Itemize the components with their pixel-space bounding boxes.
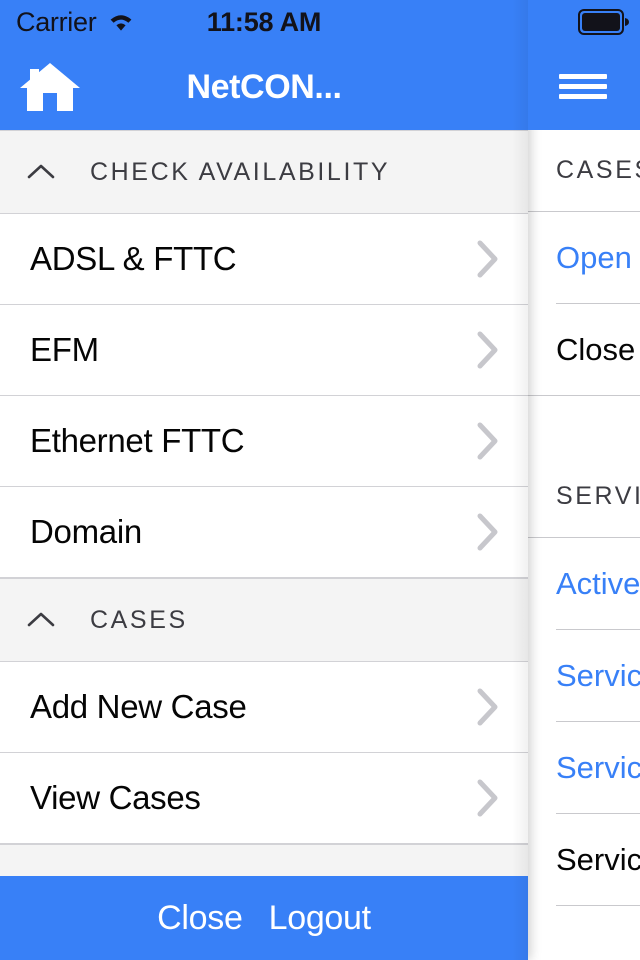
chevron-right-icon <box>477 331 498 369</box>
main-list-item-service-3[interactable]: Servic <box>528 814 640 905</box>
menu-button[interactable] <box>528 44 640 130</box>
bottom-toolbar: Close Logout <box>0 876 528 960</box>
main-section-header-services: SERVIC <box>528 456 640 538</box>
menu-item-efm[interactable]: EFM <box>0 305 528 396</box>
menu-item-label: Ethernet FTTC <box>30 422 245 459</box>
main-list-item-label: Servic <box>556 841 640 877</box>
section-header-cases[interactable]: CASES <box>0 578 528 662</box>
section-header-services[interactable]: SERVICES <box>0 844 528 876</box>
navigation-bar: NetCON... <box>0 44 528 130</box>
main-list-item-service-2[interactable]: Servic <box>528 722 640 813</box>
menu-item-label: View Cases <box>30 779 201 816</box>
menu-item-label: ADSL & FTTC <box>30 240 237 277</box>
menu-item-ethernet-fttc[interactable]: Ethernet FTTC <box>0 396 528 487</box>
main-list-item-service-1[interactable]: Servic <box>528 630 640 721</box>
section-title: CHECK AVAILABILITY <box>90 157 391 186</box>
main-list-item-closed[interactable]: Close <box>528 304 640 395</box>
menu-item-adsl-fttc[interactable]: ADSL & FTTC <box>0 214 528 305</box>
close-button[interactable]: Close <box>157 899 243 938</box>
main-list-item-label: Active <box>556 565 640 601</box>
app-screen: CASES Open Close SERVIC Active Servic Se… <box>0 0 640 960</box>
hamburger-menu-icon <box>559 74 607 99</box>
menu-item-domain[interactable]: Domain <box>0 487 528 578</box>
chevron-right-icon <box>477 422 498 460</box>
logout-button[interactable]: Logout <box>269 899 372 938</box>
status-bar: Carrier 11:58 AM <box>0 0 528 44</box>
side-menu-panel: Carrier 11:58 AM NetCON... CHECK AVAILAB… <box>0 0 528 960</box>
menu-item-add-new-case[interactable]: Add New Case <box>0 662 528 753</box>
main-section-title: SERVIC <box>556 482 640 510</box>
chevron-right-icon <box>477 779 498 817</box>
section-header-check-availability[interactable]: CHECK AVAILABILITY <box>0 130 528 214</box>
section-title: CASES <box>90 605 188 634</box>
chevron-up-icon <box>27 164 55 179</box>
main-list-item-active[interactable]: Active <box>528 538 640 629</box>
main-section-title: CASES <box>556 156 640 184</box>
main-section-header-cases: CASES <box>528 130 640 212</box>
battery-full-icon <box>578 9 629 35</box>
section-spacer <box>528 396 640 456</box>
clock-label: 11:58 AM <box>206 6 322 37</box>
menu-item-label: Add New Case <box>30 688 247 725</box>
chevron-right-icon <box>477 240 498 278</box>
menu-item-label: EFM <box>30 331 99 368</box>
page-title: NetCON... <box>186 67 342 106</box>
main-list-item-label: Close <box>556 331 636 367</box>
chevron-right-icon <box>477 513 498 551</box>
main-content-panel: CASES Open Close SERVIC Active Servic Se… <box>528 0 640 960</box>
main-list-item-label: Open <box>556 239 632 275</box>
chevron-up-icon <box>27 612 55 627</box>
divider <box>556 905 640 906</box>
main-list-item-label: Servic <box>556 749 640 785</box>
status-bar-right <box>528 0 640 44</box>
side-menu-list: CHECK AVAILABILITY ADSL & FTTC EFM Ether… <box>0 130 528 876</box>
main-list-item-label: Servic <box>556 657 640 693</box>
main-list-item-open[interactable]: Open <box>528 212 640 303</box>
menu-item-view-cases[interactable]: View Cases <box>0 753 528 844</box>
chevron-right-icon <box>477 688 498 726</box>
menu-item-label: Domain <box>30 513 142 550</box>
